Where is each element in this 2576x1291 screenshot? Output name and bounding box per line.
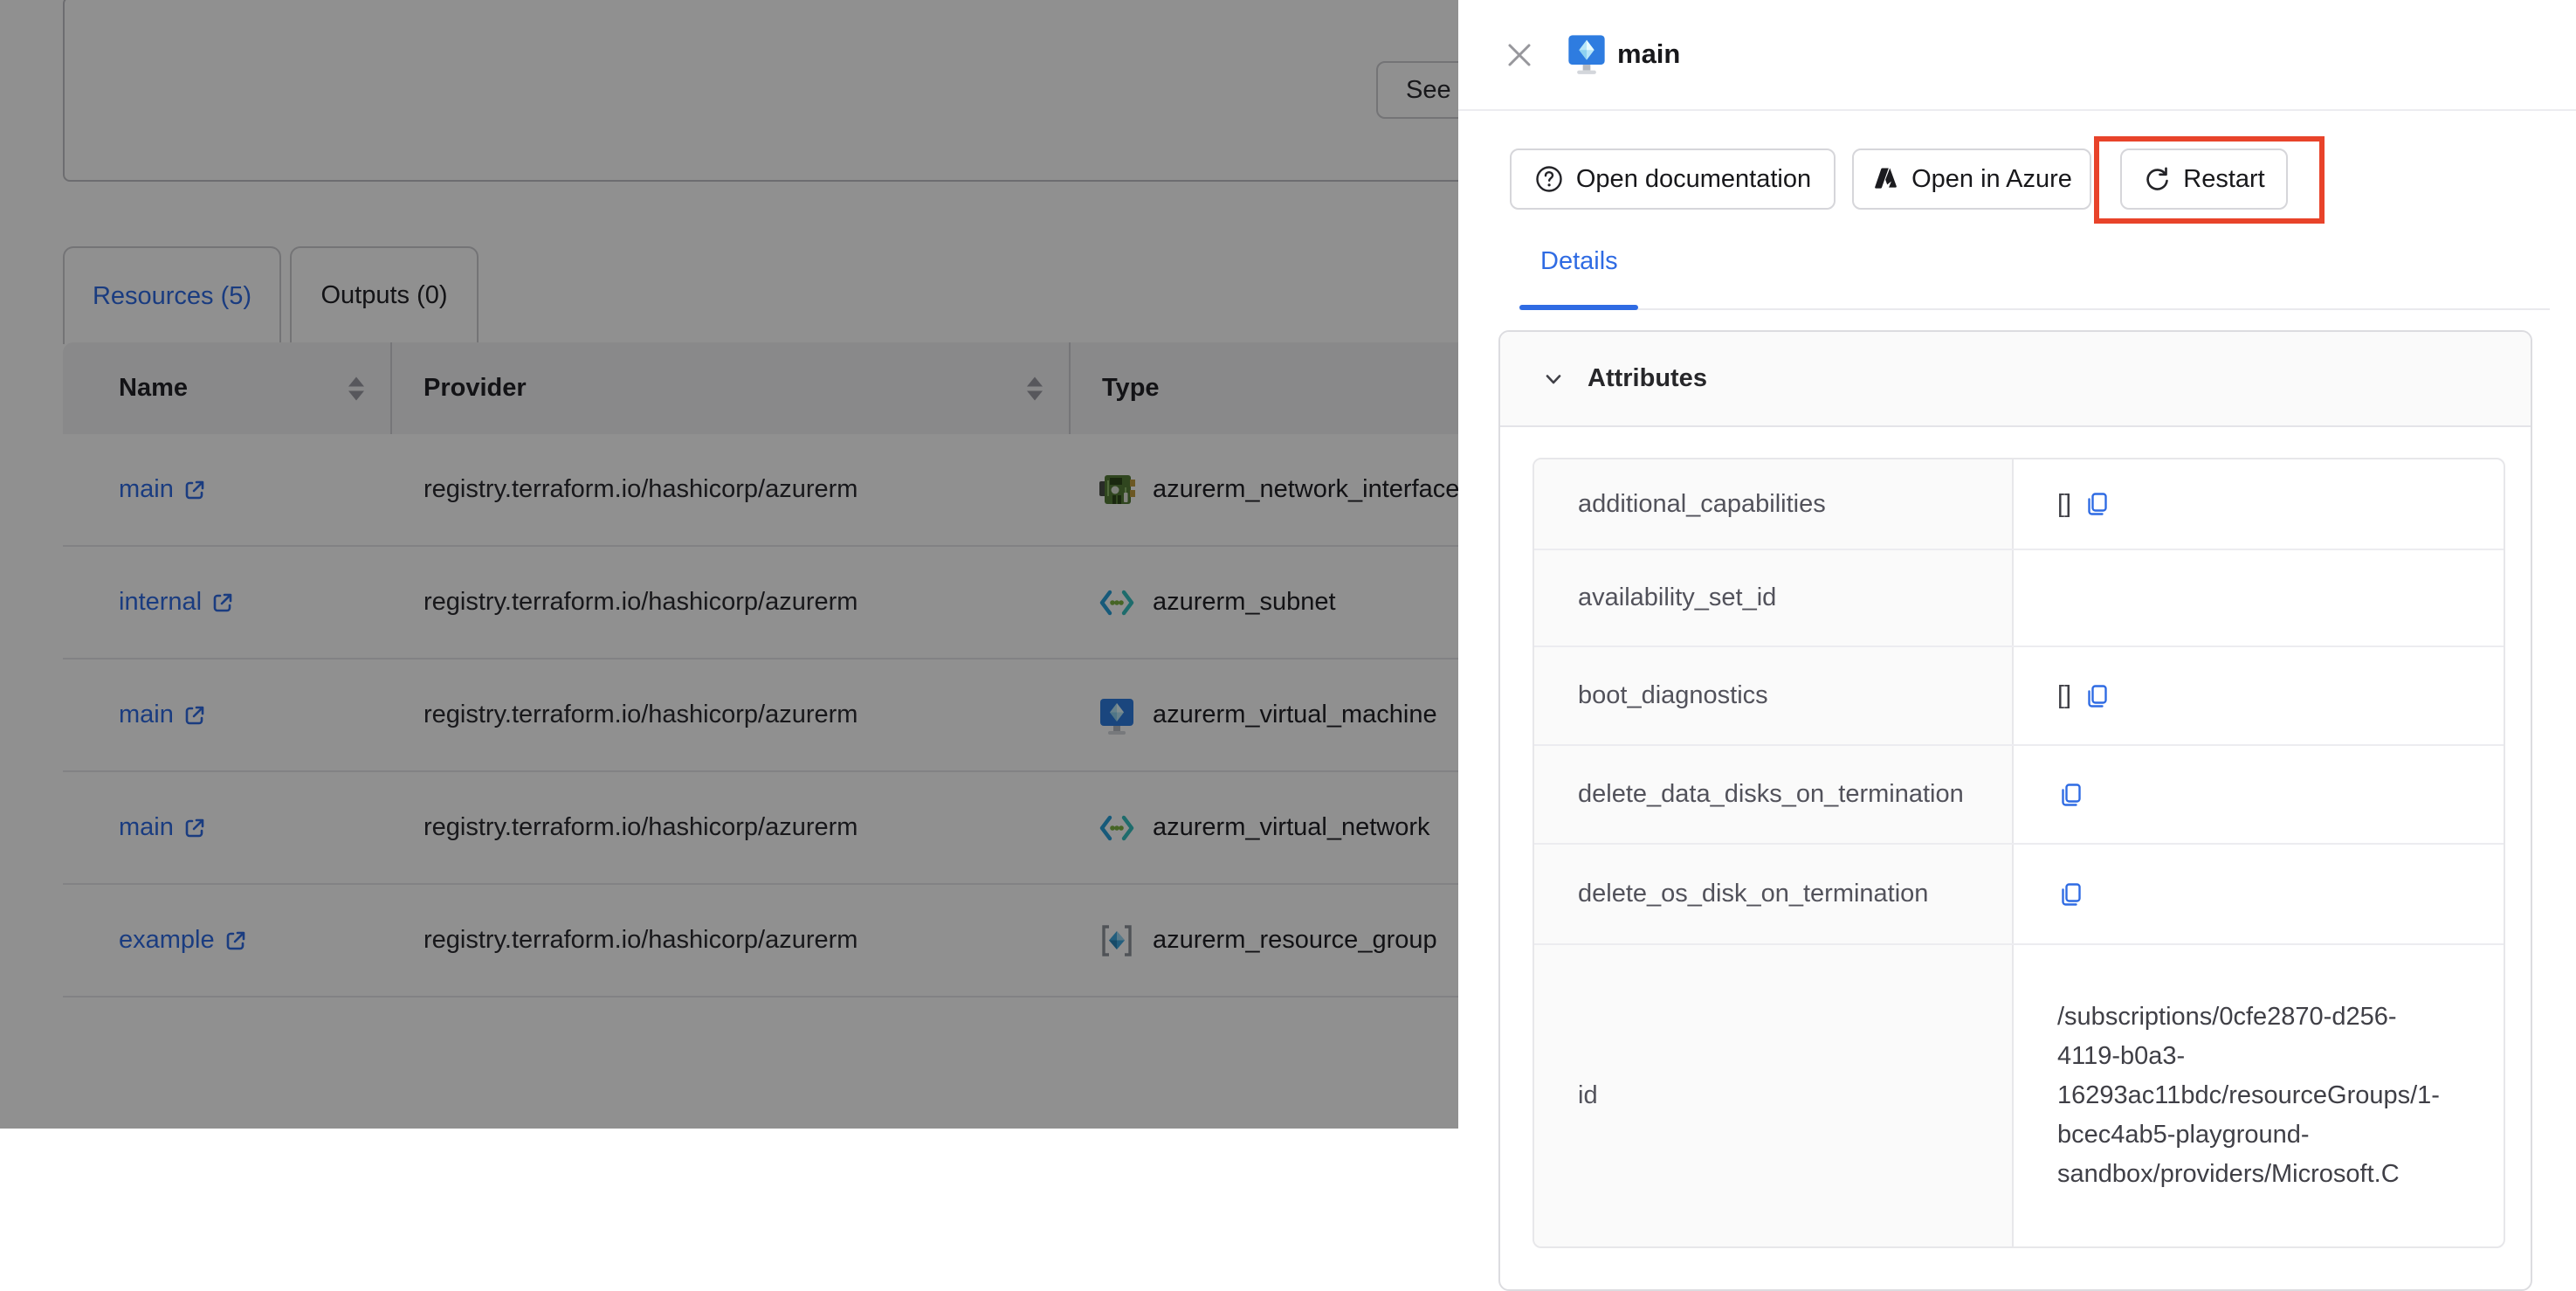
attribute-row: availability_set_id [1534,550,2504,647]
attribute-row: boot_diagnostics [] [1534,647,2504,746]
attribute-key: delete_os_disk_on_termination [1534,845,2014,943]
attribute-key: boot_diagnostics [1534,647,2014,744]
resource-details-drawer: main Open documentation Open in Azure Re… [1458,0,2576,1129]
restart-label: Restart [2183,165,2264,194]
attributes-section-toggle[interactable]: Attributes [1500,332,2531,427]
attribute-key: additional_capabilities [1534,459,2014,549]
chevron-down-icon [1540,366,1567,392]
attribute-key: availability_set_id [1534,550,2014,646]
virtual-machine-icon [1565,31,1608,75]
drawer-title: main [1617,38,1680,70]
attribute-value-id: /subscriptions/0cfe2870-d256- 4119-b0a3-… [2057,998,2440,1194]
attribute-row: id /subscriptions/0cfe2870-d256- 4119-b0… [1534,945,2504,1246]
attribute-value: [] [2057,490,2071,519]
copy-icon[interactable] [2084,490,2111,518]
close-icon[interactable] [1502,38,1537,72]
attributes-card: Attributes additional_capabilities [] av… [1498,330,2532,1291]
attribute-row: delete_data_disks_on_termination [1534,746,2504,845]
modal-dim-overlay[interactable] [0,0,1458,1129]
question-circle-icon [1534,164,1564,194]
active-tab-indicator [1519,305,1638,310]
attribute-value: [] [2057,681,2071,710]
open-in-azure-button[interactable]: Open in Azure [1852,148,2091,210]
copy-icon[interactable] [2057,880,2085,908]
attribute-key: delete_data_disks_on_termination [1534,746,2014,843]
tab-details[interactable]: Details [1540,247,1618,276]
open-in-azure-label: Open in Azure [1911,165,2072,194]
restart-icon [2143,165,2171,193]
open-documentation-label: Open documentation [1576,165,1811,194]
attribute-row: additional_capabilities [] [1534,459,2504,550]
attribute-key: id [1534,945,2014,1246]
attributes-section-title: Attributes [1588,364,1707,393]
attribute-row: delete_os_disk_on_termination [1534,845,2504,945]
copy-icon[interactable] [2057,781,2085,809]
divider [1458,109,2576,111]
divider [1519,308,2550,310]
open-documentation-button[interactable]: Open documentation [1510,148,1836,210]
restart-button[interactable]: Restart [2120,148,2288,210]
copy-icon[interactable] [2084,682,2111,710]
azure-logo-icon [1871,165,1899,193]
attributes-table: additional_capabilities [] availability_… [1533,458,2505,1248]
